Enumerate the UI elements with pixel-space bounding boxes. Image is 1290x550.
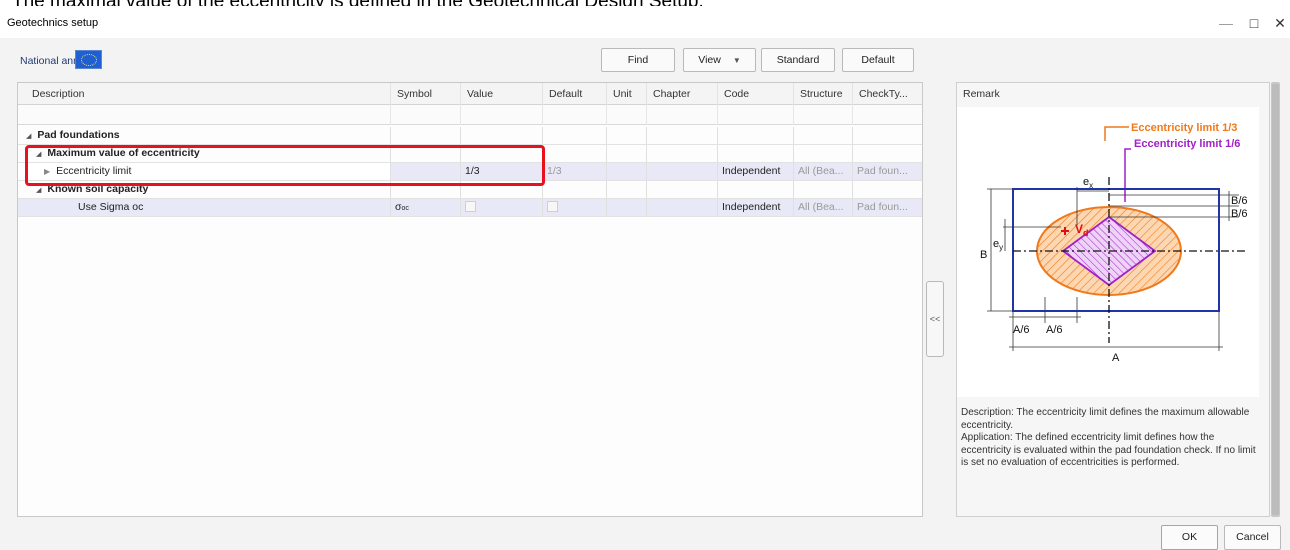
table-cell bbox=[718, 127, 794, 144]
use-sigma-checktype: Pad foun... bbox=[857, 201, 908, 213]
legend-1-3-label: Eccentricity limit 1/3 bbox=[1131, 122, 1237, 134]
column-code[interactable]: Code bbox=[718, 83, 794, 105]
filter-row bbox=[18, 105, 922, 125]
close-button[interactable]: ✕ bbox=[1266, 12, 1290, 34]
filter-cell[interactable] bbox=[18, 105, 391, 125]
a6-left-label: A/6 bbox=[1013, 324, 1030, 336]
ey-label: ey bbox=[993, 238, 1003, 252]
filter-cell[interactable] bbox=[794, 105, 853, 125]
filter-cell[interactable] bbox=[391, 105, 461, 125]
column-value[interactable]: Value bbox=[461, 83, 543, 105]
table-cell bbox=[607, 145, 647, 162]
table-row[interactable]: ◢ Pad foundations bbox=[18, 127, 922, 145]
table-cell bbox=[461, 127, 543, 144]
eccentricity-diagram: Eccentricity limit 1/3 Eccentricity limi… bbox=[957, 107, 1259, 397]
table-cell bbox=[794, 127, 853, 144]
geotechnics-setup-window: National annex: Find View ▼ Standard Defa… bbox=[0, 38, 1290, 550]
standard-button[interactable]: Standard bbox=[761, 48, 835, 72]
table-cell bbox=[647, 199, 718, 216]
minimize-button[interactable]: — bbox=[1212, 12, 1240, 34]
eccentricity-limit-default: 1/3 bbox=[543, 163, 607, 180]
table-cell bbox=[718, 181, 794, 198]
filter-cell[interactable] bbox=[718, 105, 794, 125]
column-description[interactable]: Description bbox=[18, 83, 391, 105]
column-unit[interactable]: Unit bbox=[607, 83, 647, 105]
remark-description-text: Description: The eccentricity limit defi… bbox=[961, 407, 1250, 431]
table-cell bbox=[607, 127, 647, 144]
table-cell bbox=[543, 127, 607, 144]
leader-line bbox=[1124, 148, 1131, 202]
table-cell bbox=[718, 145, 794, 162]
eu-flag-icon[interactable] bbox=[75, 50, 102, 69]
use-sigma-checkbox[interactable] bbox=[465, 200, 476, 212]
table-cell bbox=[647, 145, 718, 162]
eccentricity-limit-code: Independent bbox=[718, 163, 794, 180]
table-cell bbox=[607, 181, 647, 198]
group-pad-foundations[interactable]: ◢ Pad foundations bbox=[18, 127, 391, 144]
column-default[interactable]: Default bbox=[543, 83, 607, 105]
collapse-panel-button[interactable]: << bbox=[926, 281, 944, 357]
red-highlight-box bbox=[25, 145, 545, 186]
use-sigma-symbol: σoc bbox=[391, 199, 461, 216]
filter-cell[interactable] bbox=[607, 105, 647, 125]
find-button[interactable]: Find bbox=[601, 48, 675, 72]
eccentricity-limit-checktype: Pad foun... bbox=[857, 165, 908, 177]
remark-scrollbar[interactable] bbox=[1271, 82, 1280, 517]
ex-label: ex bbox=[1083, 176, 1093, 190]
chevron-down-icon: ▼ bbox=[732, 56, 741, 65]
table-cell bbox=[647, 163, 718, 180]
view-dropdown[interactable]: View ▼ bbox=[683, 48, 756, 72]
table-cell bbox=[647, 181, 718, 198]
ok-button[interactable]: OK bbox=[1161, 525, 1218, 550]
scrollbar-thumb[interactable] bbox=[1272, 84, 1279, 515]
column-structure[interactable]: Structure bbox=[794, 83, 853, 105]
dimension-a-label: A bbox=[1112, 352, 1120, 364]
table-cell bbox=[607, 163, 647, 180]
use-sigma-structure: All (Bea... bbox=[794, 199, 853, 216]
a6-right-label: A/6 bbox=[1046, 324, 1063, 336]
filter-cell[interactable] bbox=[543, 105, 607, 125]
use-sigma-default bbox=[543, 199, 607, 216]
column-checktype[interactable]: CheckTy... bbox=[853, 83, 922, 105]
use-sigma-value[interactable] bbox=[461, 199, 543, 216]
eccentricity-diagram-svg: Eccentricity limit 1/3 Eccentricity limi… bbox=[980, 122, 1248, 364]
window-title: Geotechnics setup bbox=[7, 17, 99, 29]
title-bar: Geotechnics setup — □ ✕ bbox=[0, 6, 1290, 38]
column-chapter[interactable]: Chapter bbox=[647, 83, 718, 105]
dimension-b-label: B bbox=[980, 249, 987, 261]
eccentricity-limit-structure: All (Bea... bbox=[794, 163, 853, 180]
use-sigma-default-checkbox bbox=[547, 200, 558, 212]
remark-title: Remark bbox=[963, 88, 1000, 100]
filter-cell[interactable] bbox=[647, 105, 718, 125]
remark-application-text: Application: The defined eccentricity li… bbox=[961, 432, 1256, 469]
use-sigma-label[interactable]: Use Sigma oc bbox=[18, 199, 391, 216]
b6-top-label: B/6 bbox=[1231, 195, 1248, 207]
table-cell bbox=[391, 127, 461, 144]
default-button[interactable]: Default bbox=[842, 48, 914, 72]
cancel-button[interactable]: Cancel bbox=[1224, 525, 1281, 550]
legend-1-6-label: Eccentricity limit 1/6 bbox=[1134, 138, 1240, 150]
remark-panel: Remark Eccentricity limit 1/3 Eccentrici… bbox=[956, 82, 1270, 517]
leader-line bbox=[1104, 126, 1129, 141]
filter-cell[interactable] bbox=[461, 105, 543, 125]
column-symbol[interactable]: Symbol bbox=[391, 83, 461, 105]
grid-header: Description Symbol Value Default Unit Ch… bbox=[18, 83, 922, 105]
b6-bottom-label: B/6 bbox=[1231, 208, 1248, 220]
table-row[interactable]: Use Sigma oc σoc Independent All (Bea...… bbox=[18, 199, 922, 217]
table-cell bbox=[543, 181, 607, 198]
table-cell bbox=[794, 145, 853, 162]
table-cell bbox=[794, 181, 853, 198]
table-cell bbox=[543, 145, 607, 162]
use-sigma-code: Independent bbox=[718, 199, 794, 216]
collapse-triangle-icon[interactable]: ◢ bbox=[26, 128, 31, 144]
table-cell bbox=[607, 199, 647, 216]
table-cell bbox=[647, 127, 718, 144]
maximize-button[interactable]: □ bbox=[1240, 12, 1268, 34]
remark-description: Description: The eccentricity limit defi… bbox=[961, 407, 1261, 470]
